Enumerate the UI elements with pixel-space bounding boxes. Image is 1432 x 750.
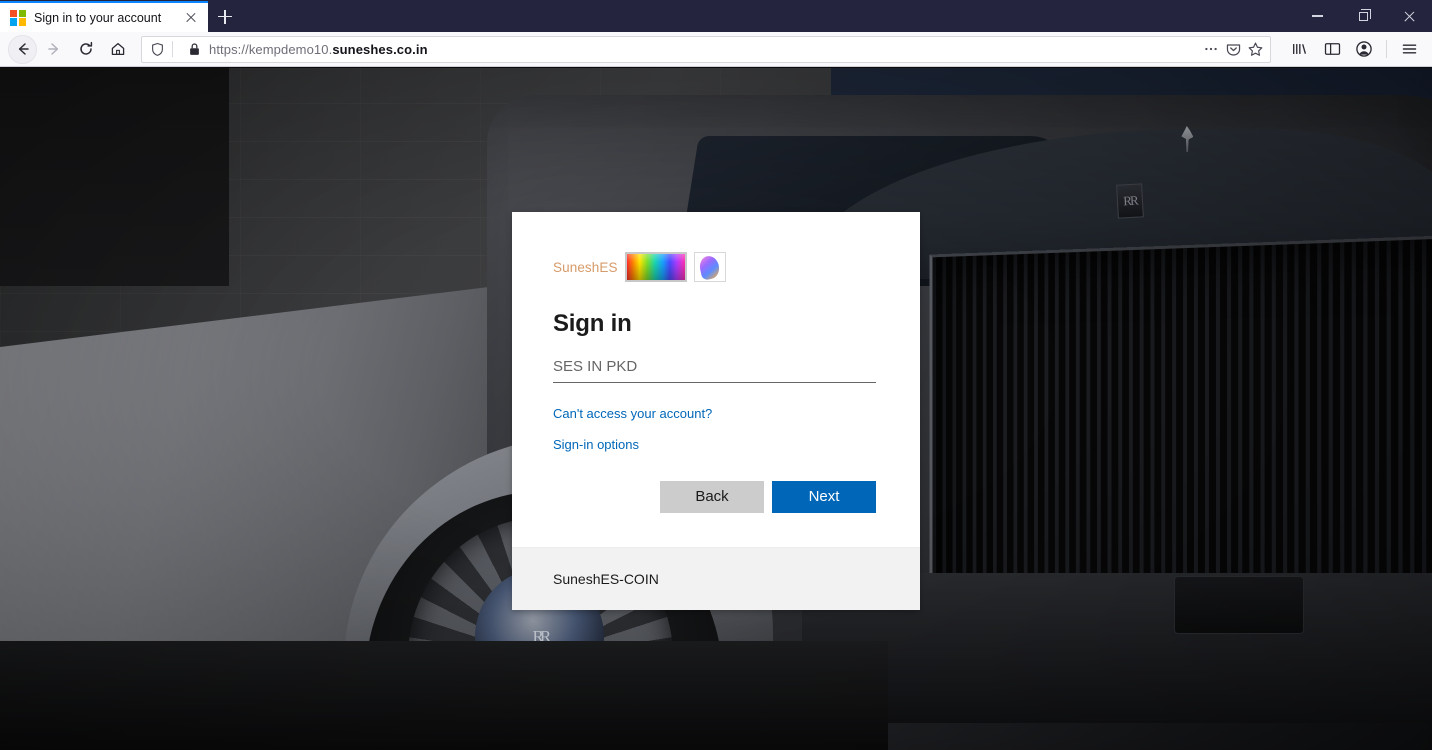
cant-access-row: Can't access your account? [553,405,876,424]
padlock-icon [188,42,201,57]
page-title: Sign in [553,310,876,338]
reload-icon [78,41,94,57]
minimize-icon [1312,15,1323,16]
toolbar-right-group [1285,35,1424,63]
arrow-left-icon [15,41,31,57]
card-footer: SuneshES-COIN [512,547,920,610]
bookmark-button[interactable] [1244,38,1266,60]
sign-in-card-body: SuneshES Sign in Can't access your accou… [512,212,920,547]
pocket-button[interactable] [1222,38,1244,60]
new-tab-button[interactable] [208,1,242,32]
tab-title: Sign in to your account [34,11,174,25]
sidebar-icon [1324,41,1341,57]
shield-icon [150,42,165,57]
sign-in-options-link[interactable]: Sign-in options [553,437,639,452]
home-button[interactable] [103,35,133,63]
account-field-wrapper [553,355,876,383]
forward-button[interactable] [39,35,69,63]
navigation-toolbar: https://kempdemo10.suneshes.co.in [0,32,1432,67]
cant-access-account-link[interactable]: Can't access your account? [553,406,712,421]
url-text: https://kempdemo10.suneshes.co.in [209,42,1200,57]
address-bar[interactable]: https://kempdemo10.suneshes.co.in [141,36,1271,63]
close-window-button[interactable] [1386,0,1432,32]
library-icon [1291,41,1309,57]
brand-name: SuneshES [553,260,618,275]
ellipsis-icon [1203,41,1219,57]
sidebar-button[interactable] [1317,35,1347,63]
restore-icon [1359,12,1368,21]
home-icon [110,41,126,57]
brand-header: SuneshES [553,252,876,282]
rainbow-gradient-logo-icon [625,252,687,282]
close-window-icon [1403,10,1416,23]
back-button[interactable] [8,35,37,64]
close-icon[interactable] [182,9,200,27]
url-scheme: https://kempdemo10. [209,42,332,57]
site-identity-block[interactable] [150,41,209,57]
browser-window: Sign in to your account [0,0,1432,750]
library-button[interactable] [1285,35,1315,63]
sign-in-card: SuneshES Sign in Can't access your accou… [512,212,920,610]
next-button[interactable]: Next [772,481,876,513]
reload-button[interactable] [71,35,101,63]
pocket-icon [1225,41,1242,58]
hamburger-menu-icon [1401,41,1418,57]
app-menu-button[interactable] [1394,35,1424,63]
identity-divider [172,41,173,57]
card-actions: Back Next [553,481,876,513]
tab-sign-in-to-your-account[interactable]: Sign in to your account [0,1,208,32]
account-icon [1355,40,1373,58]
balloon-logo-icon [694,252,726,282]
url-domain: suneshes.co.in [332,42,427,57]
toolbar-separator [1386,40,1387,58]
page-actions-button[interactable] [1200,38,1222,60]
minimize-button[interactable] [1294,0,1340,32]
tab-strip: Sign in to your account [0,0,242,32]
sign-in-options-row: Sign-in options [553,436,876,455]
microsoft-logo-icon [10,10,26,26]
balloon-shape [698,254,721,280]
star-icon [1247,41,1264,58]
window-controls [1294,0,1432,32]
arrow-right-icon [46,41,62,57]
back-button-card[interactable]: Back [660,481,764,513]
title-bar: Sign in to your account [0,0,1432,32]
plus-icon [218,10,232,24]
account-button[interactable] [1349,35,1379,63]
page-viewport: SuneshES Sign in Can't access your accou… [0,68,1432,750]
account-input[interactable] [553,355,876,383]
restore-button[interactable] [1340,0,1386,32]
